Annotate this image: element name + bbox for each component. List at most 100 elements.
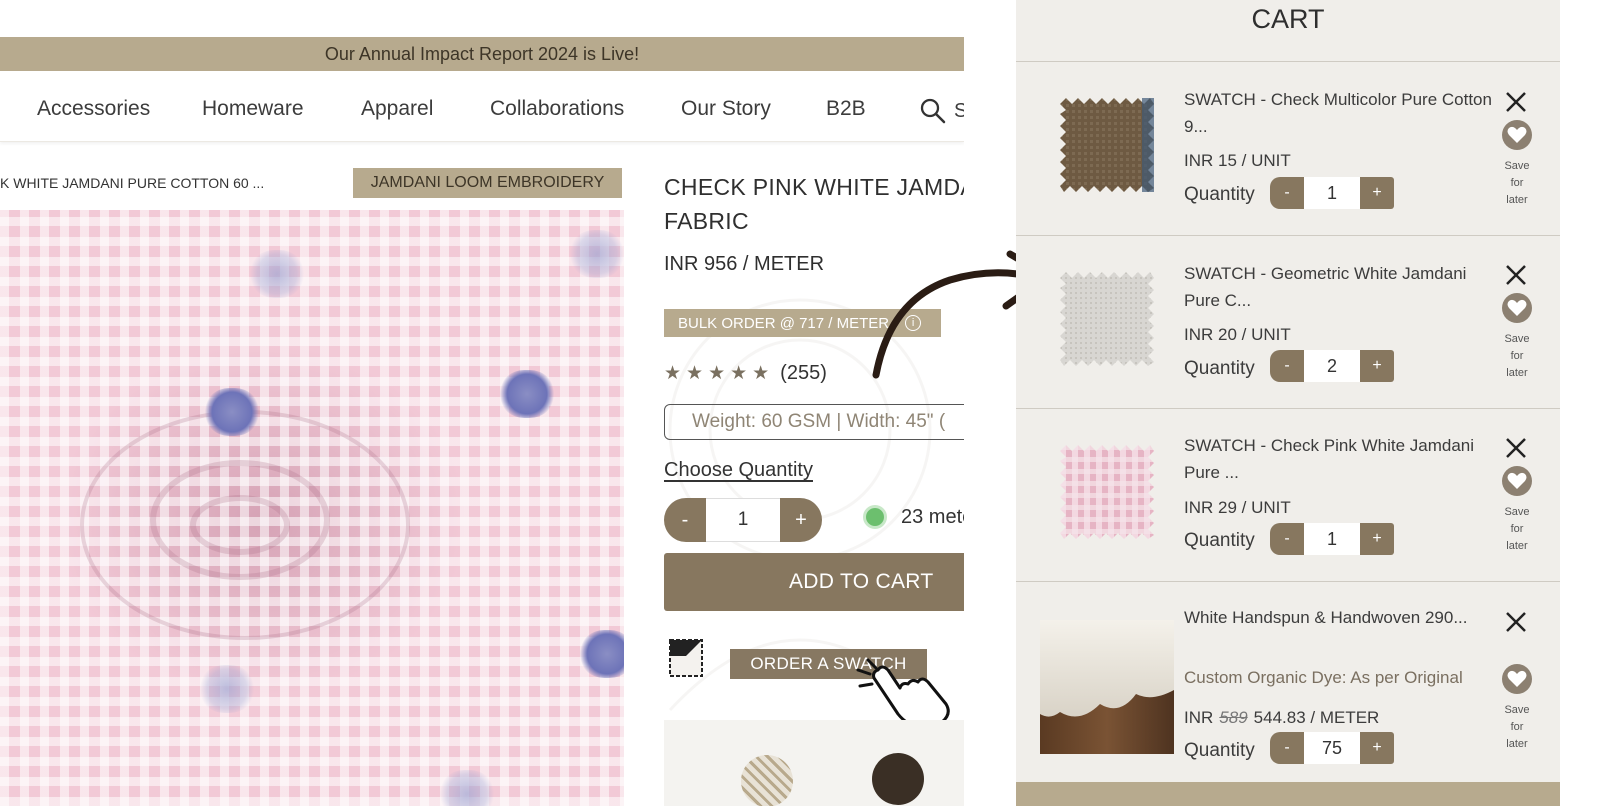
flower-motif xyxy=(200,665,254,713)
quantity-label: Quantity xyxy=(1184,184,1255,205)
remove-item-icon[interactable] xyxy=(1504,436,1528,460)
save-for-later[interactable]: Save for later xyxy=(1496,702,1538,753)
save-line: for xyxy=(1510,523,1524,535)
product-details: CHECK PINK WHITE JAMDANI FABRIC INR 956 … xyxy=(664,168,964,806)
cart-item-name[interactable]: SWATCH - Check Multicolor Pure Cotton 9.… xyxy=(1184,86,1494,140)
increase-button[interactable]: + xyxy=(1360,177,1394,209)
pointer-hand-icon xyxy=(856,658,950,728)
cart-item-name[interactable]: SWATCH - Check Pink White Jamdani Pure .… xyxy=(1184,432,1494,486)
save-line: later xyxy=(1506,540,1528,552)
nav-homeware[interactable]: Homeware xyxy=(202,97,304,121)
original-price: 589 xyxy=(1219,708,1248,727)
cart-item: SWATCH - Geometric White Jamdani Pure C.… xyxy=(1016,236,1560,408)
nav-our-story[interactable]: Our Story xyxy=(681,97,771,121)
quantity-label: Quantity xyxy=(1184,358,1255,379)
sale-price: 544.83 / METER xyxy=(1253,708,1380,727)
cart-item-option: Custom Organic Dye: As per Original xyxy=(1184,668,1463,687)
quantity-input[interactable]: 1 xyxy=(706,498,780,542)
increase-button[interactable]: + xyxy=(1360,732,1394,764)
add-to-cart-label: ADD TO CART xyxy=(789,570,934,593)
save-line: for xyxy=(1510,350,1524,362)
stock-text: 23 meters xyxy=(901,505,964,528)
product-thumbnail[interactable] xyxy=(1060,98,1154,192)
quantity-input[interactable]: 2 xyxy=(1304,350,1360,382)
flower-motif xyxy=(580,630,624,678)
cart-item-name[interactable]: White Handspun & Handwoven 290... xyxy=(1184,604,1494,631)
rating[interactable]: ★★★★★ (255) xyxy=(664,362,827,385)
choose-quantity-label: Choose Quantity xyxy=(664,459,813,481)
cart-quantity-stepper: - 1 + xyxy=(1270,523,1394,555)
save-line: for xyxy=(1510,721,1524,733)
product-thumbnail[interactable] xyxy=(1060,445,1154,539)
save-line: Save xyxy=(1504,160,1530,172)
decrease-button[interactable]: - xyxy=(1270,350,1304,382)
bulk-order-badge[interactable]: BULK ORDER @ 717 / METER i xyxy=(664,309,941,337)
remove-item-icon[interactable] xyxy=(1504,90,1528,114)
announcement-text: Our Annual Impact Report 2024 is Live! xyxy=(324,43,640,64)
add-to-cart-button[interactable]: ADD TO CART xyxy=(664,553,964,611)
save-line: later xyxy=(1506,194,1528,206)
quantity-label: Quantity xyxy=(1184,530,1255,551)
cart-item-name[interactable]: SWATCH - Geometric White Jamdani Pure C.… xyxy=(1184,260,1494,314)
flower-motif xyxy=(205,388,259,436)
remove-item-icon[interactable] xyxy=(1504,610,1528,634)
nav-collaborations[interactable]: Collaborations xyxy=(490,97,624,121)
price-prefix: INR xyxy=(1184,708,1214,727)
flower-motif xyxy=(250,250,304,298)
decrease-button[interactable]: - xyxy=(664,509,706,532)
category-tag-label: JAMDANI LOOM EMBROIDERY xyxy=(370,174,605,191)
heart-icon[interactable] xyxy=(1500,291,1534,325)
product-thumbnail[interactable] xyxy=(1060,272,1154,366)
related-products-strip xyxy=(664,720,964,806)
product-title: CHECK PINK WHITE JAMDANI FABRIC xyxy=(664,174,964,234)
save-for-later[interactable]: Save for later xyxy=(1496,504,1538,555)
quantity-input[interactable]: 1 xyxy=(1304,523,1360,555)
save-for-later[interactable]: Save for later xyxy=(1496,331,1538,382)
cart-quantity-stepper: - 1 + xyxy=(1270,177,1394,209)
nav-apparel[interactable]: Apparel xyxy=(361,97,433,121)
cart-quantity-stepper: - 2 + xyxy=(1270,350,1394,382)
nav-b2b[interactable]: B2B xyxy=(826,97,866,121)
save-line: Save xyxy=(1504,704,1530,716)
heart-icon[interactable] xyxy=(1500,118,1534,152)
search-button[interactable]: S xyxy=(920,96,964,126)
spec-text: Weight: 60 GSM | Width: 45" ( xyxy=(692,411,946,432)
product-thumbnail[interactable] xyxy=(1040,620,1174,754)
search-icon xyxy=(920,98,946,124)
swatch-icon xyxy=(669,639,703,677)
save-line: later xyxy=(1506,367,1528,379)
cart-quantity-stepper: - 75 + xyxy=(1270,732,1394,764)
save-line: Save xyxy=(1504,333,1530,345)
remove-item-icon[interactable] xyxy=(1504,263,1528,287)
category-tag[interactable]: JAMDANI LOOM EMBROIDERY xyxy=(353,168,622,198)
cart-item-price: INR 29 / UNIT xyxy=(1184,498,1291,517)
decrease-button[interactable]: - xyxy=(1270,523,1304,555)
quantity-input[interactable]: 1 xyxy=(1304,177,1360,209)
decrease-button[interactable]: - xyxy=(1270,177,1304,209)
quantity-input[interactable]: 75 xyxy=(1304,732,1360,764)
save-for-later[interactable]: Save for later xyxy=(1496,158,1538,209)
product-image[interactable] xyxy=(0,210,624,806)
announcement-bar[interactable]: Our Annual Impact Report 2024 is Live! xyxy=(0,37,964,71)
heart-icon[interactable] xyxy=(1500,662,1534,696)
decrease-button[interactable]: - xyxy=(1270,732,1304,764)
nav-accessories[interactable]: Accessories xyxy=(37,97,150,121)
fabric-fold xyxy=(80,410,410,640)
save-line: for xyxy=(1510,177,1524,189)
cart-panel: CART SWATCH - Check Multicolor Pure Cott… xyxy=(1016,0,1560,806)
increase-button[interactable]: + xyxy=(1360,350,1394,382)
increase-button[interactable]: + xyxy=(1360,523,1394,555)
increase-button[interactable]: + xyxy=(780,509,822,532)
product-price: INR 956 / METER xyxy=(664,253,825,275)
cart-title: CART xyxy=(1251,4,1325,34)
flower-motif xyxy=(570,230,624,278)
cart-item: White Handspun & Handwoven 290... Custom… xyxy=(1016,582,1560,782)
checkout-bar[interactable] xyxy=(1016,782,1560,806)
heart-icon[interactable] xyxy=(1500,464,1534,498)
quantity-stepper: - 1 + xyxy=(664,498,822,542)
stock-status: 23 meters xyxy=(863,505,964,529)
related-thumb[interactable] xyxy=(872,753,924,805)
related-thumb[interactable] xyxy=(741,755,793,806)
breadcrumb[interactable]: K WHITE JAMDANI PURE COTTON 60 ... xyxy=(0,175,264,191)
info-icon[interactable]: i xyxy=(905,315,922,331)
